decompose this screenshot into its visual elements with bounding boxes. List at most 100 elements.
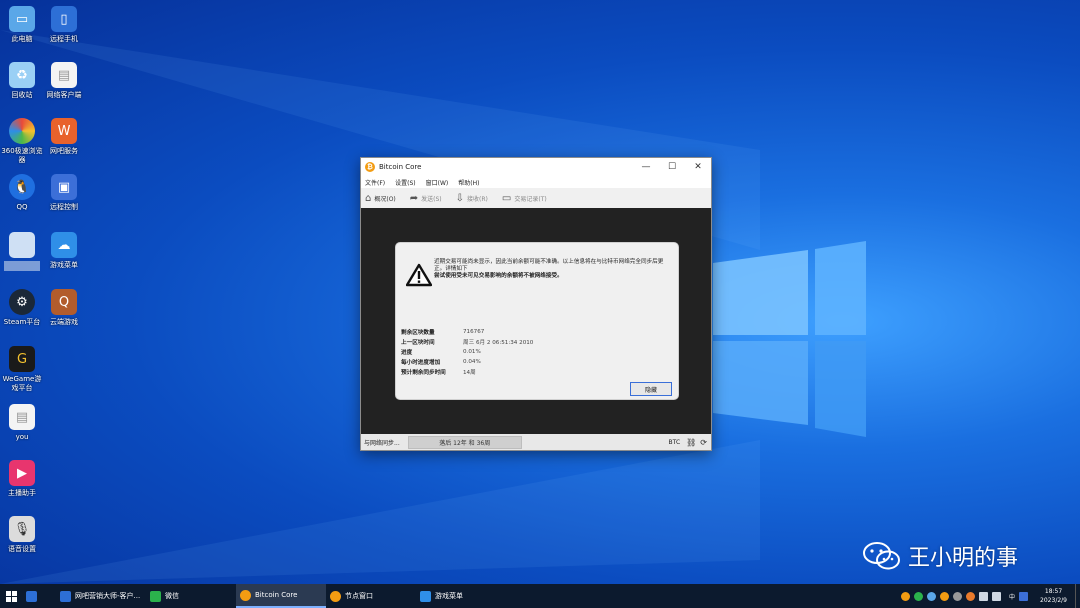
steam-icon: ⚙ [9, 289, 35, 315]
stat-value: 周三 6月 2 06:51:34 2010 [463, 340, 534, 346]
document-icon: ▤ [51, 62, 77, 88]
browser-360-icon [9, 118, 35, 144]
wechat-icon [150, 590, 161, 602]
tray-wechat-icon[interactable] [914, 591, 924, 601]
stat-key: 预计剩余同步时间 [401, 370, 446, 376]
desktop-icon-network-client[interactable]: ▤ 网络客户端 [42, 62, 86, 100]
desktop-icon-cloud-game[interactable]: Q 云端游戏 [42, 289, 86, 327]
blurred-app-icon [9, 232, 35, 258]
tray-app-icon-2[interactable] [953, 591, 963, 601]
sync-spinner-icon: ⟳ [700, 437, 707, 447]
tray-app-icon[interactable] [927, 591, 937, 601]
netbar-service-icon: W [51, 118, 77, 144]
stat-key: 每小时进度增加 [401, 360, 441, 366]
tab-receive[interactable]: ⇩ 接收(R) [456, 193, 488, 204]
desktop-icon-label-blurred [4, 261, 40, 271]
monitor-icon [26, 590, 37, 602]
bitcoin-icon [330, 590, 341, 602]
sync-status-text: 与网络同步... [364, 439, 400, 447]
tab-transactions-label: 交易记录(T) [514, 195, 547, 203]
start-button[interactable] [0, 584, 22, 608]
hide-button[interactable]: 隐藏 [630, 382, 672, 396]
desktop-icon-label: 语音设置 [8, 545, 36, 553]
minimize-button[interactable]: — [633, 158, 659, 176]
clock[interactable]: 18:57 2023/2/9 [1040, 587, 1067, 605]
desktop-icon-streamer[interactable]: ▶ 主播助手 [0, 460, 44, 498]
desktop-icon-voice[interactable]: 🎙 语音设置 [0, 516, 44, 554]
watermark-text: 王小明的事 [908, 546, 1019, 571]
document-icon: ▤ [9, 404, 35, 430]
tray-bitcoin-icon[interactable] [901, 591, 911, 601]
desktop-icon-this-pc[interactable]: ▭ 此电脑 [0, 6, 44, 44]
wegame-icon: G [9, 346, 35, 372]
taskbar-item-bitcoin-core[interactable]: Bitcoin Core [236, 584, 326, 608]
stat-key: 进度 [401, 350, 413, 356]
game-menu-icon [420, 590, 431, 602]
desktop-icon-label: you [15, 433, 29, 441]
sync-progress-text: 落后 12年 和 36周 [439, 439, 491, 447]
tray-app-icon-3[interactable] [966, 591, 976, 601]
menu-settings[interactable]: 设置(S) [395, 178, 416, 187]
stat-value: 716767 [463, 329, 485, 335]
desktop: ▭ 此电脑 ▯ 远程手机 ♻ 回收站 ▤ 网络客户端 360极速浏览器 W 网吧… [0, 0, 1080, 584]
tray-volume-icon[interactable] [992, 591, 1002, 601]
unit-label[interactable]: BTC [669, 439, 681, 446]
maximize-button[interactable]: ☐ [659, 158, 685, 176]
status-bar: 与网络同步... 落后 12年 和 36周 BTC ⛓ ⟳ [361, 434, 711, 450]
desktop-icon-label: 网络客户端 [46, 91, 82, 99]
tab-overview[interactable]: ⌂ 概况(O) [365, 193, 396, 204]
tab-overview-label: 概况(O) [374, 195, 396, 203]
tray-bitcoin-icon-2[interactable] [940, 591, 950, 601]
desktop-icon-remote-control[interactable]: ▣ 远程控制 [42, 174, 86, 212]
stat-row: 上一区块时间 周三 6月 2 06:51:34 2010 [401, 337, 533, 347]
send-arrow-icon: ➦ [409, 192, 419, 204]
show-desktop-button[interactable] [1075, 584, 1080, 608]
tray-network-icon[interactable] [979, 591, 989, 601]
tab-transactions[interactable]: ▭ 交易记录(T) [502, 193, 547, 204]
desktop-icon-qq[interactable]: 🐧 QQ [0, 174, 44, 212]
menu-window[interactable]: 窗口(W) [426, 178, 449, 187]
tab-receive-label: 接收(R) [467, 195, 488, 203]
desktop-icon-netbar-service[interactable]: W 网吧服务 [42, 118, 86, 156]
bitcoin-core-window[interactable]: ₿ Bitcoin Core — ☐ ✕ 文件(F) 设置(S) 窗口(W) 帮… [360, 157, 712, 451]
taskbar-item-node-window[interactable]: 节点窗口 [326, 584, 416, 608]
desktop-icon-label: 网吧服务 [50, 147, 78, 155]
close-button[interactable]: ✕ [685, 158, 711, 176]
qq-icon: 🐧 [9, 174, 35, 200]
remote-phone-icon: ▯ [51, 6, 77, 32]
taskbar-item-netbar-marketing[interactable]: 网吧营销大师-客户... [56, 584, 146, 608]
ime-indicator[interactable]: 中 [1009, 592, 1015, 601]
home-icon: ⌂ [365, 192, 372, 204]
system-tray: 中 18:57 2023/2/9 [901, 584, 1080, 608]
desktop-icon-label: 游戏菜单 [50, 261, 78, 269]
network-activity-icon[interactable]: ⛓ [686, 438, 696, 447]
desktop-icon-360-browser[interactable]: 360极速浏览器 [0, 118, 44, 165]
desktop-icon-label: 360极速浏览器 [1, 147, 43, 164]
tab-send[interactable]: ➦ 发送(S) [410, 193, 442, 204]
desktop-icon-game-menu[interactable]: ☁ 游戏菜单 [42, 232, 86, 270]
sync-stats: 剩余区块数量 716767 上一区块时间 周三 6月 2 06:51:34 20… [401, 327, 533, 377]
taskbar-item-wechat[interactable]: 微信 [146, 584, 236, 608]
taskbar-item-label: 节点窗口 [345, 592, 373, 600]
desktop-icon-label: WeGame游戏平台 [2, 375, 42, 392]
taskbar-item-game-menu[interactable]: 游戏菜单 [416, 584, 506, 608]
menu-help[interactable]: 帮助(H) [458, 178, 479, 187]
taskbar-monitor-button[interactable] [22, 584, 56, 608]
desktop-icon-recycle-bin[interactable]: ♻ 回收站 [0, 62, 44, 100]
desktop-icon-blurred[interactable] [0, 232, 44, 271]
window-titlebar[interactable]: ₿ Bitcoin Core — ☐ ✕ [361, 158, 711, 176]
tray-keyboard-icon[interactable] [1019, 591, 1029, 601]
desktop-icon-wegame[interactable]: G WeGame游戏平台 [0, 346, 44, 393]
desktop-icon-you[interactable]: ▤ you [0, 404, 44, 442]
stat-row: 剩余区块数量 716767 [401, 327, 533, 337]
wechat-logo-icon [863, 542, 900, 570]
sync-modal: 近期交易可能尚未显示，因此当前余额可能不准确。以上信息将在与比特币网络完全同步后… [395, 242, 679, 400]
desktop-icon-label: 远程手机 [50, 35, 78, 43]
menu-file[interactable]: 文件(F) [365, 178, 385, 187]
desktop-icon-steam[interactable]: ⚙ Steam平台 [0, 289, 44, 327]
clock-date: 2023/2/9 [1040, 597, 1067, 604]
menu-bar: 文件(F) 设置(S) 窗口(W) 帮助(H) [361, 176, 711, 188]
desktop-icon-label: 此电脑 [11, 35, 33, 43]
desktop-icon-remote-phone[interactable]: ▯ 远程手机 [42, 6, 86, 44]
taskbar: 网吧营销大师-客户... 微信 Bitcoin Core 节点窗口 游戏菜单 中… [0, 584, 1080, 608]
